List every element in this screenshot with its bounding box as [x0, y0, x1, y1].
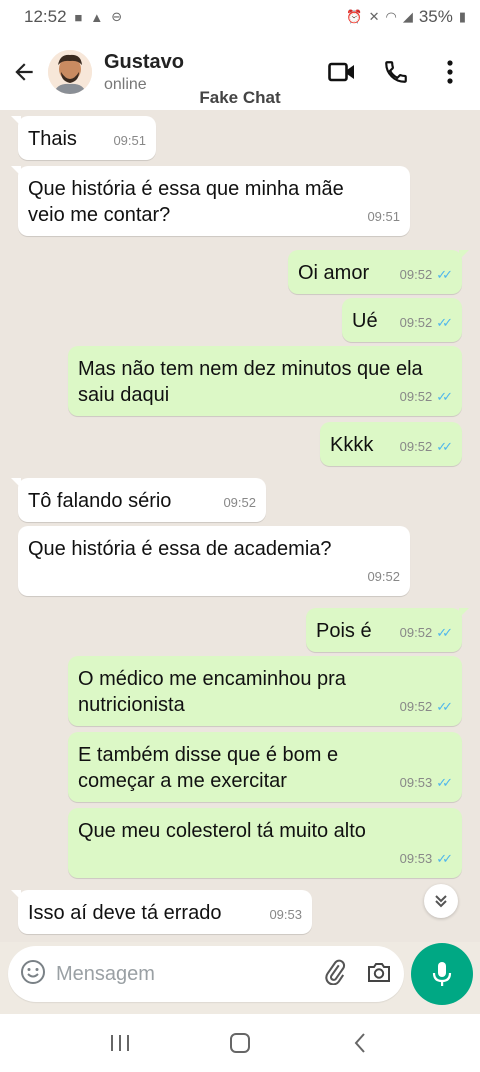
back-button[interactable]: [2, 50, 46, 94]
recent-apps-icon: [111, 1035, 129, 1051]
emoji-button[interactable]: [20, 959, 46, 990]
battery-icon: ▮: [458, 9, 466, 24]
camera-icon: [368, 962, 390, 982]
message-outgoing[interactable]: E também disse que é bom e começar a me …: [68, 732, 462, 802]
read-receipt-icon: ✓✓: [436, 267, 453, 282]
battery-level: 35%: [418, 7, 453, 26]
recent-apps-button[interactable]: [100, 1023, 140, 1063]
message-incoming[interactable]: Thais 09:51: [11, 116, 156, 160]
mute-icon: ✕: [368, 9, 380, 24]
signal-icon: ◢: [402, 9, 413, 24]
message-outgoing[interactable]: Oi amor 09:52 ✓✓: [288, 250, 469, 294]
home-button[interactable]: [220, 1023, 260, 1063]
attach-button[interactable]: [322, 959, 348, 990]
home-icon: [230, 1033, 250, 1053]
system-nav-bar: [0, 1014, 480, 1072]
voice-message-button[interactable]: [411, 943, 473, 1005]
more-options-button[interactable]: [434, 56, 466, 88]
message-list[interactable]: Thais 09:51 Que história é essa que minh…: [0, 110, 480, 942]
more-vertical-icon: [447, 60, 453, 84]
alarm-icon: ⏰: [346, 9, 363, 24]
message-input[interactable]: [56, 962, 286, 986]
message-outgoing[interactable]: Kkkk 09:52 ✓✓: [320, 422, 462, 466]
message-outgoing[interactable]: Pois é 09:52 ✓✓: [306, 608, 469, 652]
camera-button[interactable]: [366, 960, 392, 989]
message-outgoing[interactable]: Mas não tem nem dez minutos que ela saiu…: [68, 346, 462, 416]
video-notification-icon: ■: [74, 9, 83, 25]
contact-info[interactable]: Gustavo online: [104, 51, 184, 94]
read-receipt-icon: ✓✓: [436, 851, 453, 866]
status-bar: 12:52 ■ ▲ ⊖ ⏰ ✕ ◠ ◢ 35% ▮: [0, 0, 480, 34]
video-call-button[interactable]: [326, 56, 358, 88]
phone-icon: [385, 61, 407, 83]
read-receipt-icon: ✓✓: [436, 775, 453, 790]
contact-status: online: [104, 75, 147, 93]
double-chevron-down-icon: [435, 895, 447, 908]
status-time: 12:52: [24, 7, 67, 26]
read-receipt-icon: ✓✓: [436, 439, 453, 454]
chevron-left-icon: [354, 1033, 365, 1053]
chat-header: Gustavo online: [0, 34, 480, 110]
message-incoming[interactable]: Que história é essa que minha mãe veio m…: [11, 166, 410, 236]
message-composer: [8, 946, 404, 1002]
message-incoming[interactable]: Que história é essa de academia? 09:52: [18, 526, 410, 596]
emoji-icon: [21, 959, 45, 984]
video-camera-icon: [328, 62, 354, 82]
microphone-icon: [432, 962, 452, 986]
avatar[interactable]: [48, 50, 92, 94]
read-receipt-icon: ✓✓: [436, 699, 453, 714]
read-receipt-icon: ✓✓: [436, 389, 453, 404]
message-outgoing[interactable]: Ué 09:52 ✓✓: [342, 298, 462, 342]
message-incoming[interactable]: Isso aí deve tá errado 09:53: [11, 890, 312, 934]
scroll-to-bottom-button[interactable]: [424, 884, 458, 918]
paperclip-icon: [325, 959, 346, 985]
read-receipt-icon: ✓✓: [436, 315, 453, 330]
wifi-icon: ◠: [385, 9, 397, 24]
read-receipt-icon: ✓✓: [436, 625, 453, 640]
warning-notification-icon: ▲: [90, 9, 104, 25]
dnd-notification-icon: ⊖: [111, 9, 123, 24]
contact-name: Gustavo: [104, 50, 185, 73]
voice-call-button[interactable]: [380, 56, 412, 88]
system-back-button[interactable]: [340, 1023, 380, 1063]
message-outgoing[interactable]: O médico me encaminhou pra nutricionista…: [68, 656, 462, 726]
message-incoming[interactable]: Tô falando sério 09:52: [11, 478, 266, 522]
arrow-left-icon: [15, 63, 33, 81]
message-outgoing[interactable]: Que meu colesterol tá muito alto 09:53 ✓✓: [68, 808, 462, 878]
